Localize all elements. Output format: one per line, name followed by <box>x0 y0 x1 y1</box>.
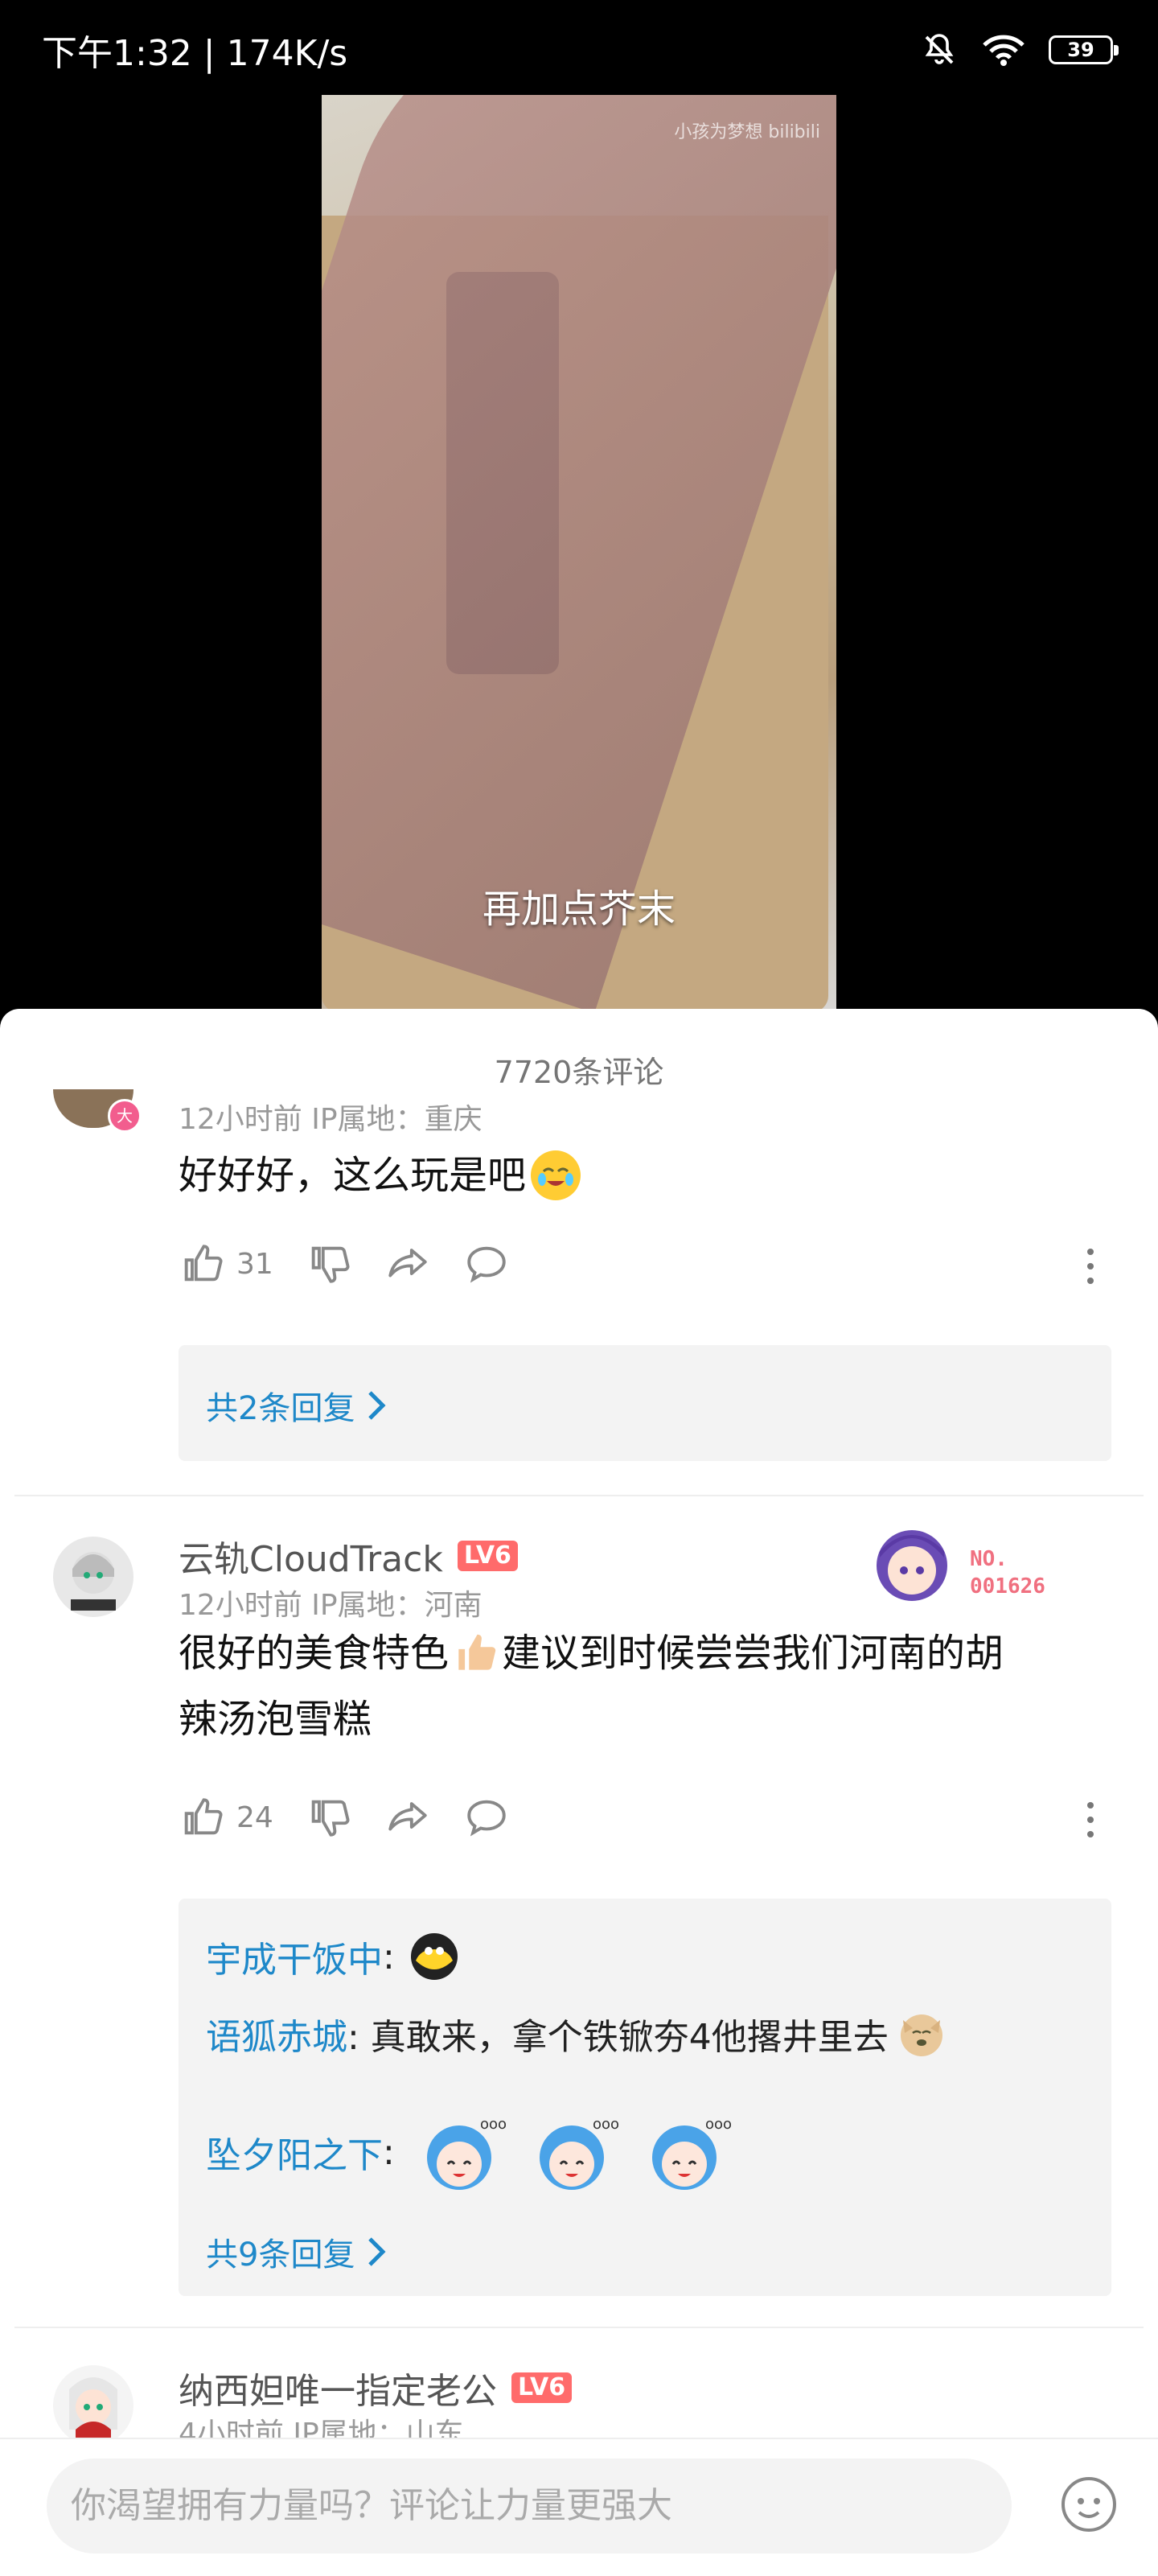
fan-badge-label: NO. <box>970 1547 1008 1571</box>
divider <box>14 2327 1144 2328</box>
reply-item[interactable]: 语狐赤城 : 真敢来，拿个铁锨夯4他撂井里去 <box>206 2008 947 2060</box>
comment-meta: 12小时前 IP属地：重庆 <box>179 1103 482 1136</box>
comments-count: 7720条评论 <box>494 1055 664 1090</box>
comment-bubble-icon <box>467 1246 506 1283</box>
share-icon <box>388 1249 427 1278</box>
reply-box[interactable]: 共2条回复 <box>179 1345 1111 1461</box>
svg-text:ooo: ooo <box>593 2116 619 2133</box>
dislike-button[interactable] <box>306 1794 352 1841</box>
avatar[interactable] <box>53 2365 133 2446</box>
status-bar: 下午1:32 | 174K/s 39 <box>0 0 1158 97</box>
more-options-icon[interactable] <box>1074 1796 1107 1844</box>
reply-username[interactable]: 语狐赤城 <box>206 2008 347 2060</box>
fan-badge-number: 001626 <box>970 1574 1045 1599</box>
like-count: 31 <box>236 1247 273 1281</box>
share-button[interactable] <box>384 1794 431 1841</box>
chevron-right-icon <box>368 2237 386 2266</box>
comment-actions: 31 <box>179 1241 542 1287</box>
comment-input[interactable]: 你渴望拥有力量吗？评论让力量更强大 <box>47 2459 1012 2553</box>
thumbs-up-emoji-icon <box>450 1628 500 1678</box>
battery-icon: 39 <box>1049 35 1119 64</box>
thumbs-down-icon <box>311 1246 350 1283</box>
like-count: 24 <box>236 1800 273 1834</box>
dislike-button[interactable] <box>306 1241 352 1287</box>
fan-badge: NO. 001626 <box>856 1516 1062 1612</box>
comment-meta: 4小时前 IP属地：山东 <box>179 2418 464 2438</box>
wifi-icon <box>983 35 1025 66</box>
more-options-icon[interactable] <box>1074 1242 1107 1290</box>
like-button[interactable]: 31 <box>179 1241 273 1287</box>
comment-text: 很好的美食特色 建议到时候尝尝我们河南的胡 辣汤泡雪糕 <box>179 1620 1127 1752</box>
avatar-badge: 大 <box>108 1099 142 1133</box>
reply-button[interactable] <box>463 1794 510 1841</box>
status-time: 下午1:32 | 174K/s <box>42 33 348 74</box>
battery-level: 39 <box>1067 39 1094 61</box>
level-badge: LV6 <box>511 2372 573 2403</box>
comment-username[interactable]: 云轨CloudTrack LV6 <box>179 1530 518 1582</box>
svg-text:ooo: ooo <box>705 2116 732 2133</box>
reply-username[interactable]: 坠夕阳之下 <box>206 2126 383 2178</box>
comments-sheet: 7720条评论 大 12小时前 IP属地：重庆 好好好，这么玩是吧 31 共2条… <box>0 1009 1158 2574</box>
share-icon <box>388 1802 427 1831</box>
comment-input-bar: 你渴望拥有力量吗？评论让力量更强大 <box>0 2438 1158 2576</box>
comment-username[interactable]: 纳西妲唯一指定老公 LV6 <box>179 2362 573 2413</box>
avatar[interactable] <box>53 1537 133 1617</box>
chevron-right-icon <box>368 1391 386 1420</box>
svg-text:ooo: ooo <box>480 2116 507 2133</box>
video-subtitle: 再加点芥末 <box>482 887 676 932</box>
video-player[interactable]: 小孩为梦想 bilibili 再加点芥末 <box>322 95 836 1009</box>
reply-username[interactable]: 宇成干饭中 <box>206 1931 383 1982</box>
comment-meta: 12小时前 IP属地：河南 <box>179 1589 482 1622</box>
blue-hair-sticker-icon: ooo ooo ooo <box>426 2116 732 2190</box>
dog-emoji-icon <box>897 2009 947 2059</box>
comment-bubble-icon <box>467 1800 506 1837</box>
like-button[interactable]: 24 <box>179 1794 273 1841</box>
thumbs-up-icon <box>184 1798 223 1835</box>
reply-item[interactable]: 坠夕阳之下 : ooo ooo ooo <box>206 2108 734 2196</box>
emoji-picker-icon[interactable] <box>1060 2475 1118 2533</box>
crying-laugh-emoji-icon <box>531 1150 581 1200</box>
penguin-emoji-icon <box>409 1932 459 1981</box>
share-button[interactable] <box>384 1241 431 1287</box>
divider <box>14 1495 1144 1496</box>
reply-box[interactable]: 宇成干饭中 : 语狐赤城 : 真敢来，拿个铁锨夯4他撂井里去 坠夕阳之下 : o… <box>179 1899 1111 2296</box>
reply-item[interactable]: 宇成干饭中 : <box>206 1931 459 1982</box>
view-replies-link[interactable]: 共2条回复 <box>206 1382 388 1429</box>
comment-text: 好好好，这么玩是吧 <box>179 1142 581 1208</box>
video-watermark: 小孩为梦想 bilibili <box>674 122 820 142</box>
level-badge: LV6 <box>457 1541 518 1571</box>
thumbs-up-icon <box>184 1245 223 1282</box>
mute-bell-icon <box>925 34 954 64</box>
status-icons: 39 <box>920 29 1119 71</box>
reply-button[interactable] <box>463 1241 510 1287</box>
thumbs-down-icon <box>311 1800 350 1837</box>
comment-actions: 24 <box>179 1794 542 1841</box>
view-replies-link[interactable]: 共9条回复 <box>206 2228 388 2275</box>
